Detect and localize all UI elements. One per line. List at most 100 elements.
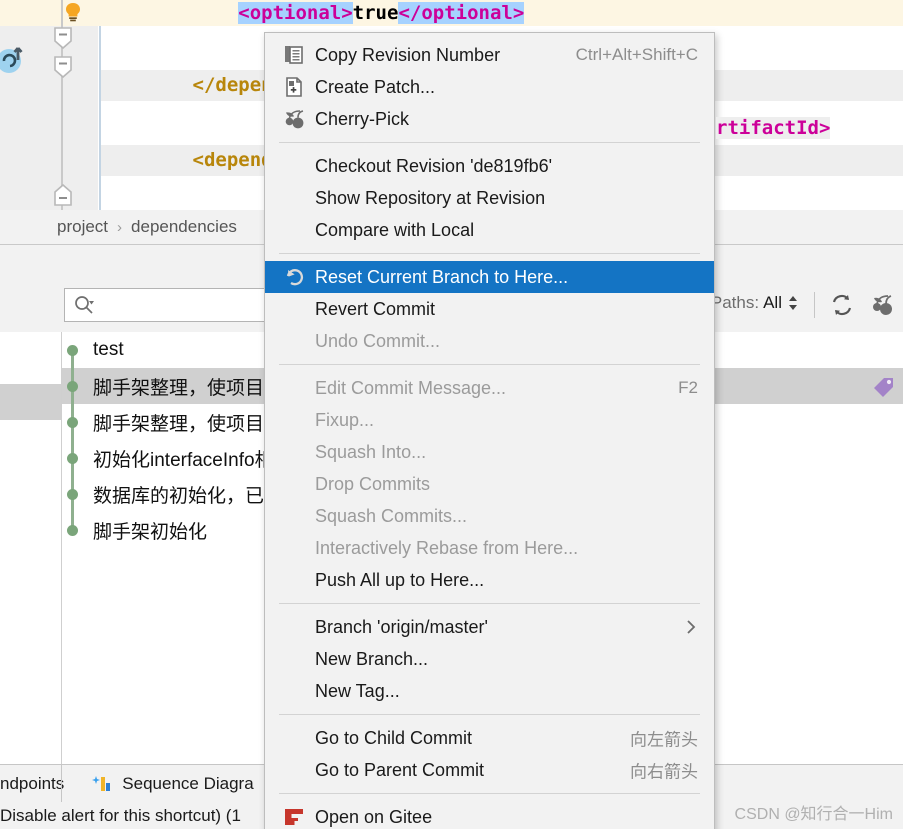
menu-separator <box>279 142 700 143</box>
menu-item-undo-commit: Undo Commit... <box>265 325 714 357</box>
code-line-indent <box>101 74 193 96</box>
search-icon <box>73 294 95 316</box>
paths-filter-button[interactable]: Paths: All <box>711 293 798 313</box>
menu-item-label: Copy Revision Number <box>315 44 501 65</box>
menu-item-label: Revert Commit <box>315 298 436 319</box>
commit-subject: test <box>93 339 124 360</box>
menu-item-label: Drop Commits <box>315 473 431 494</box>
menu-item-go-to-parent-commit[interactable]: Go to Parent Commit 向右箭头 <box>265 754 714 786</box>
caret-line-indent <box>101 2 238 24</box>
menu-item-open-on-gitee[interactable]: Open on Gitee <box>265 801 714 829</box>
menu-item-shortcut: 向左箭头 <box>630 730 698 750</box>
copy-icon <box>283 44 305 66</box>
menu-item-shortcut: Ctrl+Alt+Shift+C <box>575 45 698 64</box>
optional-value: true <box>352 2 399 24</box>
commit-subject: 初始化interfaceInfo相 <box>93 449 274 471</box>
menu-item-go-to-child-commit[interactable]: Go to Child Commit 向左箭头 <box>265 722 714 754</box>
menu-item-label: Show Repository at Revision <box>315 187 546 208</box>
refresh-icon[interactable] <box>829 292 855 318</box>
menu-item-label: Open on Gitee <box>315 806 433 827</box>
menu-item-label: Checkout Revision 'de819fb6' <box>315 155 553 176</box>
optional-close-tag: </optional> <box>398 2 525 24</box>
menu-separator <box>279 603 700 604</box>
toolbar-divider <box>814 292 815 318</box>
code-line-indent <box>101 149 193 171</box>
watermark: CSDN @知行合一Him <box>734 806 893 823</box>
menu-item-fixup: Fixup... <box>265 404 714 436</box>
menu-item-squash-into: Squash Into... <box>265 436 714 468</box>
gitee-icon <box>283 806 305 828</box>
cherry-icon <box>283 108 305 130</box>
menu-separator <box>279 364 700 365</box>
menu-item-reset-current-branch-to-here[interactable]: Reset Current Branch to Here... <box>265 261 714 293</box>
run-gutter-icon[interactable] <box>0 42 30 76</box>
code-fold-expand-icon[interactable] <box>52 182 74 208</box>
code-fold-collapse-icon-1[interactable] <box>52 24 74 50</box>
menu-item-push-all-up-to-here[interactable]: Push All up to Here... <box>265 564 714 596</box>
menu-item-label: Interactively Rebase from Here... <box>315 537 579 558</box>
menu-item-label: Go to Child Commit <box>315 727 473 748</box>
menu-item-new-tag[interactable]: New Tag... <box>265 675 714 707</box>
commit-context-menu[interactable]: Copy Revision Number Ctrl+Alt+Shift+C Cr… <box>264 32 715 829</box>
menu-item-interactively-rebase-from-here: Interactively Rebase from Here... <box>265 532 714 564</box>
menu-separator <box>279 253 700 254</box>
menu-item-checkout-revision[interactable]: Checkout Revision 'de819fb6' <box>265 150 714 182</box>
commit-graph-node <box>62 476 86 512</box>
menu-separator <box>279 793 700 794</box>
tag-label-icon[interactable] <box>873 376 895 398</box>
menu-item-label: Compare with Local <box>315 219 475 240</box>
menu-item-create-patch[interactable]: Create Patch... <box>265 71 714 103</box>
breadcrumb-item-dependencies[interactable]: dependencies <box>131 217 237 237</box>
menu-item-label: Create Patch... <box>315 76 436 97</box>
menu-item-label: Fixup... <box>315 409 375 430</box>
menu-item-cherry-pick[interactable]: Cherry-Pick <box>265 103 714 135</box>
status-text: isable alert for this shortcut) (1 <box>12 805 241 825</box>
commit-graph-node <box>62 512 86 548</box>
menu-item-label: Cherry-Pick <box>315 108 410 129</box>
commit-subject: 数据库的初始化，已经 <box>93 485 284 507</box>
menu-item-label: Undo Commit... <box>315 330 441 351</box>
menu-item-label: Edit Commit Message... <box>315 377 507 398</box>
menu-item-shortcut: F2 <box>678 378 698 397</box>
commit-graph-node <box>62 332 86 368</box>
log-left-column-selection <box>0 384 61 420</box>
menu-item-drop-commits: Drop Commits <box>265 468 714 500</box>
commit-subject: 脚手架初始化 <box>93 521 208 543</box>
menu-item-label: Go to Parent Commit <box>315 759 485 780</box>
menu-item-show-repository-at-revision[interactable]: Show Repository at Revision <box>265 182 714 214</box>
menu-item-compare-with-local[interactable]: Compare with Local <box>265 214 714 246</box>
cherry-pick-icon[interactable] <box>869 292 895 318</box>
intention-bulb-icon[interactable] <box>61 1 85 23</box>
menu-item-label: Squash Into... <box>315 441 427 462</box>
patch-icon <box>283 76 305 98</box>
code-right-fragment: rtifactId> <box>716 117 831 139</box>
menu-item-new-branch[interactable]: New Branch... <box>265 643 714 675</box>
menu-item-label: New Tag... <box>315 680 400 701</box>
menu-item-edit-commit-message: Edit Commit Message... F2 <box>265 372 714 404</box>
menu-item-branch-origin-master[interactable]: Branch 'origin/master' <box>265 611 714 643</box>
commit-subject: 脚手架整理，使项目更 <box>93 377 284 399</box>
tab-sequence-diagram[interactable]: Sequence Diagra <box>122 774 253 794</box>
log-left-column-header <box>0 245 61 288</box>
paths-value: All <box>763 293 782 312</box>
commit-subject: 脚手架整理，使项目更 <box>93 413 284 435</box>
bottom-bar-divider <box>61 764 62 803</box>
paths-label: Paths: <box>710 293 760 312</box>
menu-item-squash-commits: Squash Commits... <box>265 500 714 532</box>
menu-item-shortcut: 向右箭头 <box>630 762 698 782</box>
menu-item-copy-revision-number[interactable]: Copy Revision Number Ctrl+Alt+Shift+C <box>265 39 714 71</box>
menu-item-label: Push All up to Here... <box>315 569 485 590</box>
caret-line-code: <optional>true</optional> <box>101 0 525 26</box>
menu-item-label: Squash Commits... <box>315 505 468 526</box>
screen-root: <optional>true</optional> <dependency> p… <box>0 0 903 829</box>
tab-endpoints[interactable]: ndpoints <box>0 774 64 794</box>
menu-item-label: Branch 'origin/master' <box>315 616 488 637</box>
status-prefix: D <box>0 805 13 825</box>
menu-item-revert-commit[interactable]: Revert Commit <box>265 293 714 325</box>
commit-graph-node <box>62 368 86 404</box>
menu-item-label: New Branch... <box>315 648 429 669</box>
reset-icon <box>283 266 305 288</box>
menu-separator <box>279 714 700 715</box>
breadcrumb-item-project[interactable]: project <box>57 217 108 237</box>
code-fold-collapse-icon-2[interactable] <box>52 53 74 79</box>
